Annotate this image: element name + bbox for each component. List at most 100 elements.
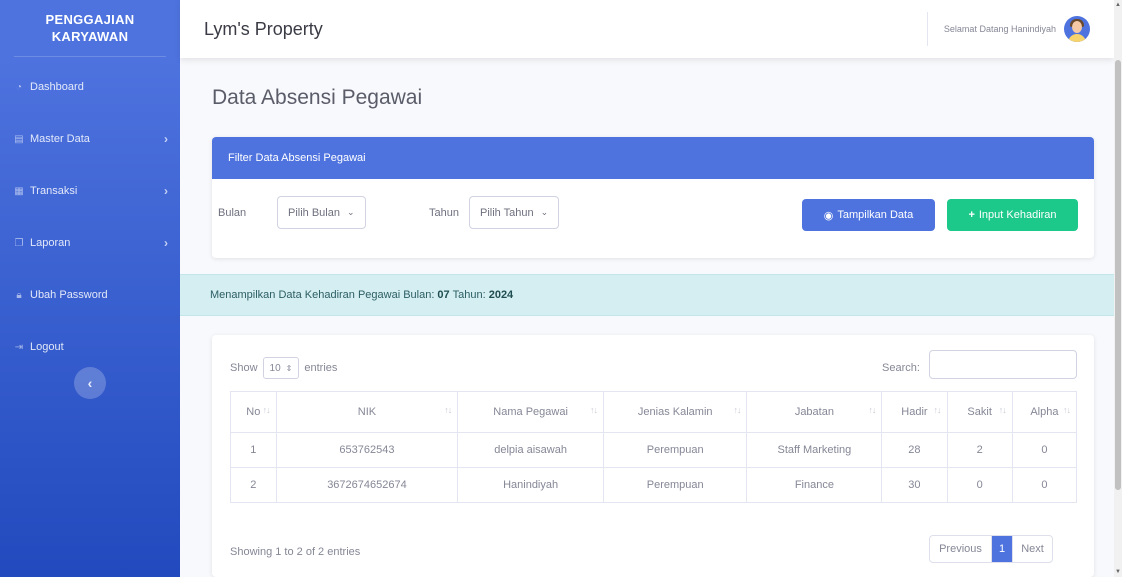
cell-sakit: 2 [946,432,1013,468]
chevron-down-icon: ⌄ [346,207,355,217]
user-greeting[interactable]: Selamat Datang Hanindiyah [944,24,1056,34]
pagination-previous[interactable]: Previous [930,536,992,562]
sidebar-item-label: Dashboard [30,81,84,93]
show-label: Show [230,362,258,374]
sort-icon: ↑↓ [262,405,271,415]
info-alert: Menampilkan Data Kehadiran Pegawai Bulan… [180,274,1114,316]
sidebar-toggle-button[interactable]: ‹ [74,367,106,399]
cell-jenis-kelamin: Perempuan [602,467,748,503]
topbar: Lym's Property Selamat Datang Hanindiyah [180,0,1114,58]
scroll-down-icon[interactable]: ▼ [1115,569,1121,575]
alert-year-label: Tahun: [452,289,486,301]
cell-jabatan: Staff Marketing [746,432,883,468]
filter-card: Filter Data Absensi Pegawai Bulan Pilih … [212,137,1094,258]
cell-jabatan: Finance [746,467,883,503]
sidebar-item-label: Laporan [30,237,71,249]
pagination-next[interactable]: Next [1012,536,1052,562]
cell-hadir: 30 [881,467,948,503]
chevron-right-icon: › [164,184,168,198]
column-header-label: NIK [357,406,377,418]
page-title: Data Absensi Pegawai [212,86,423,109]
sidebar-item-label: Transaksi [30,185,78,197]
column-header-hadir[interactable]: Hadir ↑↓ [881,391,948,433]
pagination-page-current[interactable]: 1 [992,536,1012,562]
cell-jenis-kelamin: Perempuan [602,432,748,468]
column-header-label: Nama Pegawai [493,406,568,418]
topbar-divider [926,12,928,46]
column-header-alpha[interactable]: Alpha ↑↓ [1011,391,1078,433]
sort-arrows-icon: ⇕ [285,363,293,373]
column-header-nama-pegawai[interactable]: Nama Pegawai ↑↓ [457,391,604,433]
column-header-label: No [246,406,261,418]
alert-year: 2024 [488,289,514,301]
attendance-table: No ↑↓ NIK ↑↓ Nama Pegawai ↑↓ Jenias Kalamin… [230,391,1078,503]
avatar[interactable] [1064,16,1090,42]
scroll-up-icon[interactable]: ▲ [1115,2,1121,8]
column-header-nik[interactable]: NIK ↑↓ [275,391,459,433]
alert-month: 07 [437,289,450,301]
page-scrollbar[interactable]: ▲ ▼ [1114,0,1122,577]
column-header-jenis-kelamin[interactable]: Jenias Kalamin ↑↓ [602,391,748,433]
sidebar-item-ubah-password[interactable]: 🔒︎ Ubah Password [0,269,180,321]
bulan-select[interactable]: Pilih Bulan ⌄ [277,196,366,229]
tahun-select-value: Pilih Tahun [480,206,534,219]
sidebar-item-dashboard[interactable]: ◔ Dashboard [0,61,180,113]
sort-icon: ↑↓ [868,405,876,415]
sort-icon: ↑↓ [733,405,741,415]
cell-nama-pegawai: delpia aisawah [457,432,604,468]
table-header-row: No ↑↓ NIK ↑↓ Nama Pegawai ↑↓ Jenias Kalamin… [230,391,1078,433]
sidebar-item-label: Logout [30,341,64,353]
column-header-label: Jenias Kalamin [637,406,713,418]
bulan-select-value: Pilih Bulan [288,206,340,219]
sidebar: PENGGAJIAN KARYAWAN ◔ Dashboard ▤ Master… [0,0,180,577]
tampilkan-data-button[interactable]: ◉ Tampilkan Data [802,199,935,231]
plus-icon: + [968,209,975,221]
scrollbar-thumb[interactable] [1115,60,1121,490]
app-title: Lym's Property [204,18,323,39]
sidebar-item-logout[interactable]: ⇥ Logout [0,321,180,373]
cell-alpha: 0 [1011,467,1078,503]
sidebar-item-transaksi[interactable]: ▦ Transaksi › [0,165,180,217]
column-header-label: Alpha [1030,406,1059,418]
entries-length-control: Show 10 ⇕ entries [230,357,337,379]
tampilkan-data-label: Tampilkan Data [837,209,914,221]
entries-label: entries [304,362,338,374]
sort-icon: ↑↓ [1063,405,1071,415]
search-label: Search: [882,362,920,374]
lock-icon: 🔒︎ [16,289,22,301]
cell-hadir: 28 [881,432,948,468]
column-header-label: Hadir [901,406,928,418]
sort-icon: ↑↓ [998,405,1007,415]
sidebar-item-laporan[interactable]: ❐ Laporan › [0,217,180,269]
sort-icon: ↑↓ [933,405,942,415]
cell-nik: 3672674652674 [275,467,459,503]
sidebar-brand[interactable]: PENGGAJIAN KARYAWAN [0,0,180,56]
sidebar-item-label: Master Data [30,133,90,145]
sign-out-icon: ⇥ [14,341,24,353]
sidebar-item-master-data[interactable]: ▤ Master Data › [0,113,180,165]
input-kehadiran-label: Input Kehadiran [978,209,1057,221]
table-row: 2 3672674652674 Hanindiyah Perempuan Fin… [230,467,1078,503]
entries-select-value: 10 [269,362,281,374]
chevron-right-icon: › [164,132,168,146]
filter-card-header: Filter Data Absensi Pegawai [212,137,1094,179]
chevron-right-icon: › [164,236,168,250]
attendance-table-card: Show 10 ⇕ entries Search: No ↑↓ NIK ↑↓ Nam… [212,335,1094,577]
sort-icon: ↑↓ [444,405,452,415]
input-kehadiran-button[interactable]: + Input Kehadiran [947,199,1078,231]
alert-prefix: Menampilkan Data Kehadiran Pegawai Bulan… [210,289,435,301]
dashboard-icon: ◔ [15,81,23,93]
brand-line-2: KARYAWAN [51,29,129,44]
column-header-jabatan[interactable]: Jabatan ↑↓ [746,391,883,433]
brand-line-1: PENGGAJIAN [45,12,135,27]
column-header-sakit[interactable]: Sakit ↑↓ [946,391,1013,433]
pagination: Previous 1 Next [929,535,1053,563]
avatar-face [1072,21,1082,33]
entries-select[interactable]: 10 ⇕ [262,357,300,379]
search-input[interactable] [929,350,1077,379]
column-header-no[interactable]: No ↑↓ [230,391,277,433]
column-header-label: Sakit [967,406,992,418]
table-info: Showing 1 to 2 of 2 entries [230,546,361,558]
tahun-label: Tahun [429,207,459,219]
tahun-select[interactable]: Pilih Tahun ⌄ [469,196,560,229]
